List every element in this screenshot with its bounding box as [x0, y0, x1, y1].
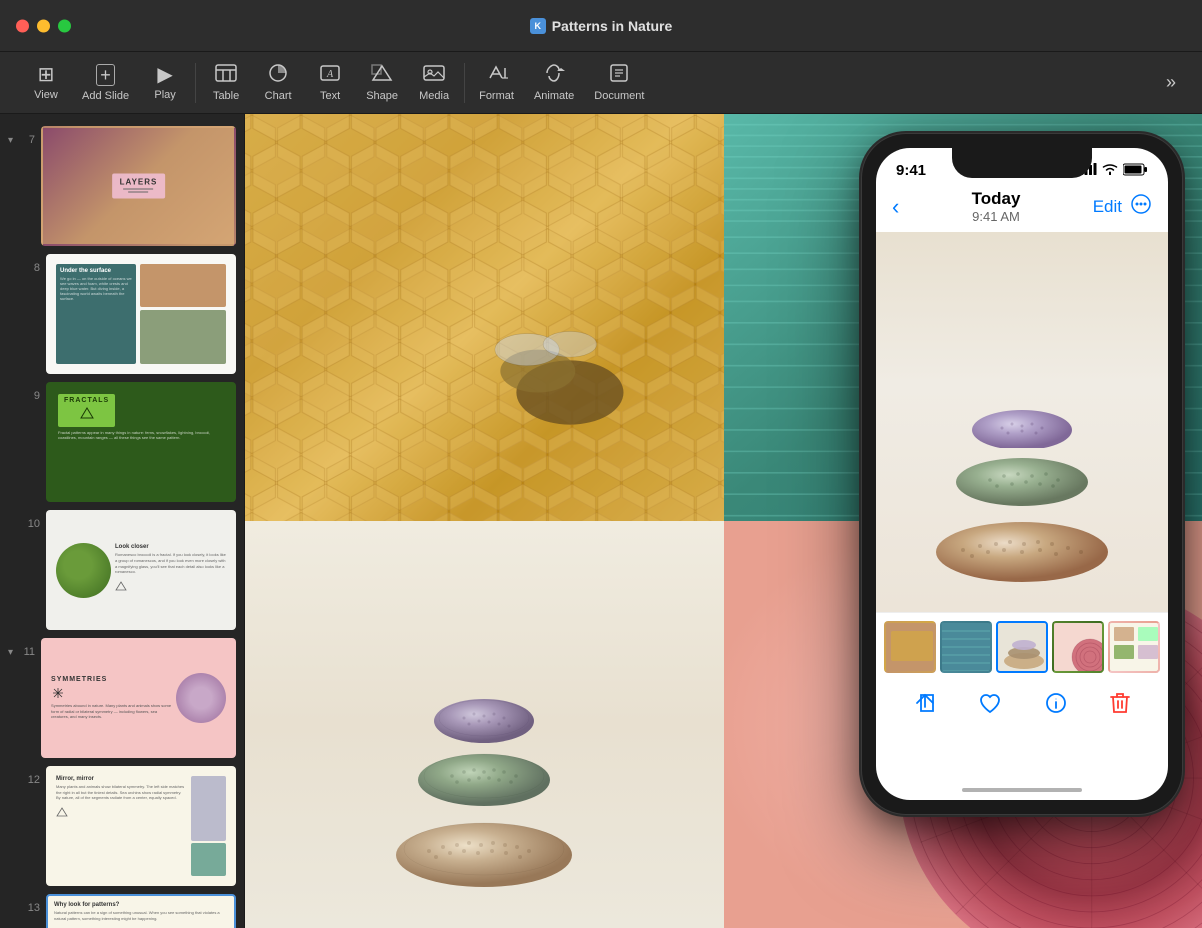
document-icon	[608, 64, 630, 86]
photo-thumb-1[interactable]	[884, 621, 936, 673]
toolbar-text[interactable]: A Text	[304, 58, 356, 108]
maximize-button[interactable]	[58, 19, 71, 32]
toolbar: ⊞ View + Add Slide ▶ Play Table Chart	[0, 52, 1202, 114]
iphone-bottom-bar	[876, 681, 1168, 731]
iphone-frame: 9:41	[862, 134, 1182, 814]
toolbar-chart[interactable]: Chart	[252, 58, 304, 108]
play-icon: ▶	[157, 65, 172, 85]
slide-number-9: 9	[22, 390, 40, 402]
toolbar-separator-1	[195, 63, 196, 103]
toolbar-document[interactable]: Document	[584, 58, 654, 108]
chevron-icon-7: ▾	[8, 135, 13, 146]
media-icon	[423, 64, 445, 86]
slide-number-13: 13	[22, 902, 40, 914]
svg-text:A: A	[326, 69, 334, 80]
view-icon: ⊞	[38, 65, 55, 85]
slide-number-7: 7	[17, 134, 35, 146]
toolbar-animate[interactable]: Animate	[524, 58, 584, 108]
photo-thumb-3-selected[interactable]	[996, 621, 1048, 673]
slide-thumbnail-8[interactable]: Under the surface We go in — on the outs…	[46, 254, 236, 374]
traffic-lights	[16, 19, 71, 32]
iphone-time: 9:41	[896, 162, 926, 179]
slide-thumbnail-10[interactable]: Look closer Romanesco broccoli is a frac…	[46, 510, 236, 630]
main-photo	[876, 232, 1168, 612]
more-button[interactable]	[1130, 193, 1152, 220]
text-icon: A	[319, 64, 341, 86]
toolbar-format[interactable]: Format	[469, 58, 524, 108]
iphone-screen: 9:41	[876, 148, 1168, 800]
chevron-icon-11: ▾	[8, 647, 13, 658]
slide-number-10: 10	[22, 518, 40, 530]
slide-thumbnail-13[interactable]: Why look for patterns? Natural patterns …	[46, 894, 236, 928]
slide-thumbnail-7[interactable]: LAYERS	[41, 126, 236, 246]
battery-icon	[1123, 163, 1148, 179]
shape-icon	[371, 64, 393, 86]
slide-number-11: 11	[17, 646, 35, 658]
slide-group-7: ▾ 7 LAYERS	[0, 122, 244, 250]
toolbar-media[interactable]: Media	[408, 58, 460, 108]
main-layout: ▾ 7 LAYERS 8 Under the surface We go in …	[0, 114, 1202, 928]
thumbnail-strip	[876, 612, 1168, 681]
app-icon: K	[530, 18, 546, 34]
delete-button[interactable]	[1109, 691, 1131, 715]
iphone-overlay: 9:41	[862, 134, 1182, 814]
slide-group-8: 8 Under the surface We go in — on the ou…	[0, 250, 244, 378]
slide-group-9: 9 FRACTALS Fractal patterns appear in ma…	[0, 378, 244, 506]
edit-button[interactable]: Edit	[1093, 197, 1122, 217]
format-icon	[486, 64, 508, 86]
photos-header: ‹ Today 9:41 AM Edit	[876, 185, 1168, 232]
toolbar-separator-2	[464, 63, 465, 103]
slide-group-13: 13 Why look for patterns? Natural patter…	[0, 890, 244, 928]
iphone-notch	[952, 148, 1092, 178]
toolbar-play[interactable]: ▶ Play	[139, 59, 191, 107]
header-actions: Edit	[1093, 193, 1152, 220]
photo-thumb-4[interactable]	[1052, 621, 1104, 673]
table-icon	[215, 64, 237, 86]
home-indicator	[962, 788, 1082, 792]
chart-icon	[267, 64, 289, 86]
canvas-cell-honeybee	[245, 114, 724, 521]
photo-thumb-5[interactable]	[1108, 621, 1160, 673]
slide-group-11: ▾ 11 SYMMETRIES Symmetries abound in nat…	[0, 634, 244, 762]
slide-group-10: 10 Look closer Romanesco broccoli is a f…	[0, 506, 244, 634]
slide-canvas-area[interactable]: 9:41	[245, 114, 1202, 928]
close-button[interactable]	[16, 19, 29, 32]
photo-thumb-2[interactable]	[940, 621, 992, 673]
slide-group-12: 12 Mirror, mirror Many plants and animal…	[0, 762, 244, 890]
favorite-button[interactable]	[978, 691, 1002, 715]
slide-panel: ▾ 7 LAYERS 8 Under the surface We go in …	[0, 114, 245, 928]
toolbar-table[interactable]: Table	[200, 58, 252, 108]
slide-thumbnail-9[interactable]: FRACTALS Fractal patterns appear in many…	[46, 382, 236, 502]
window-title: K Patterns in Nature	[530, 18, 673, 34]
album-time: 9:41 AM	[972, 209, 1021, 224]
date-block: Today 9:41 AM	[972, 189, 1021, 224]
toolbar-more-button[interactable]: »	[1160, 66, 1182, 99]
canvas-cell-urchins	[245, 521, 724, 928]
toolbar-shape[interactable]: Shape	[356, 58, 408, 108]
title-bar: K Patterns in Nature	[0, 0, 1202, 52]
wifi-icon	[1102, 163, 1118, 178]
toolbar-view[interactable]: ⊞ View	[20, 59, 72, 107]
back-button[interactable]: ‹	[892, 194, 899, 220]
add-slide-icon: +	[96, 64, 115, 86]
toolbar-add-slide[interactable]: + Add Slide	[72, 58, 139, 108]
album-title: Today	[972, 189, 1021, 209]
slide-number-12: 12	[22, 774, 40, 786]
minimize-button[interactable]	[37, 19, 50, 32]
slide-thumbnail-12[interactable]: Mirror, mirror Many plants and animals s…	[46, 766, 236, 886]
share-button[interactable]	[913, 691, 937, 715]
slide-number-8: 8	[22, 262, 40, 274]
info-button[interactable]	[1044, 691, 1068, 715]
animate-icon	[543, 64, 565, 86]
slide-thumbnail-11[interactable]: SYMMETRIES Symmetries abound in nature. …	[41, 638, 236, 758]
